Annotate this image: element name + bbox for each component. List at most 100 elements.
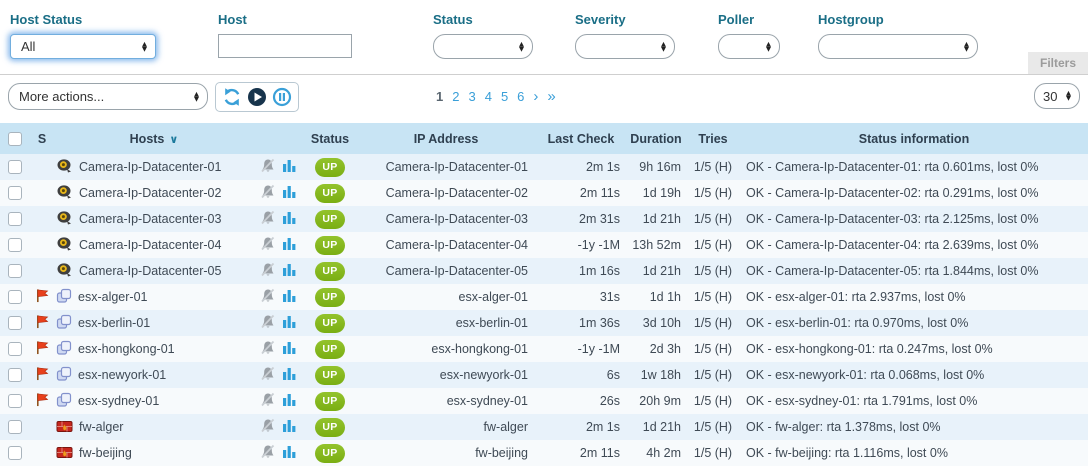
page-link-3[interactable]: 3 (468, 89, 475, 104)
table-header-row: S Hosts∨ Status IP Address Last Check Du… (0, 123, 1088, 154)
severity-flag-icon (35, 370, 50, 384)
col-hosts[interactable]: Hosts∨ (54, 123, 254, 154)
col-severity: S (30, 123, 54, 154)
performance-graph-icon[interactable] (282, 210, 297, 228)
select-all-checkbox[interactable] (8, 132, 22, 146)
status-badge: UP (315, 288, 344, 307)
row-checkbox[interactable] (8, 394, 22, 408)
host-name-link[interactable]: fw-beijing (79, 446, 132, 460)
page-link-1[interactable]: 1 (436, 89, 443, 104)
refresh-icon[interactable] (222, 87, 242, 107)
page-link-4[interactable]: 4 (485, 89, 492, 104)
row-checkbox[interactable] (8, 342, 22, 356)
row-checkbox[interactable] (8, 316, 22, 330)
host-name-link[interactable]: esx-sydney-01 (78, 394, 159, 408)
host-name-link[interactable]: esx-berlin-01 (78, 316, 150, 330)
page-link-5[interactable]: 5 (501, 89, 508, 104)
poller-select[interactable]: ▲▼ (718, 34, 780, 59)
host-name-link[interactable]: Camera-Ip-Datacenter-05 (79, 264, 221, 278)
host-name-link[interactable]: Camera-Ip-Datacenter-03 (79, 212, 221, 226)
row-checkbox[interactable] (8, 186, 22, 200)
ip-address-cell: esx-alger-01 (356, 284, 536, 310)
row-checkbox[interactable] (8, 368, 22, 382)
severity-flag-icon (35, 396, 50, 410)
performance-graph-icon[interactable] (282, 314, 297, 332)
row-checkbox[interactable] (8, 238, 22, 252)
status-badge: UP (315, 158, 344, 177)
tries-cell: 1/5 (H) (686, 388, 740, 414)
camera-host-icon (56, 236, 73, 255)
pause-icon[interactable] (272, 87, 292, 107)
host-label: Host (218, 12, 352, 27)
performance-graph-icon[interactable] (282, 262, 297, 280)
row-checkbox[interactable] (8, 212, 22, 226)
duration-cell: 1d 21h (626, 206, 686, 232)
last-check-cell: 1m 16s (536, 258, 626, 284)
host-name-link[interactable]: fw-alger (79, 420, 123, 434)
page-size-select[interactable]: 30 ▲▼ (1034, 83, 1080, 109)
tries-cell: 1/5 (H) (686, 414, 740, 440)
filter-bar: Host Status All ▲▼ Host Status ▲▼ Severi… (0, 0, 1088, 75)
last-page-link[interactable]: » (547, 88, 555, 105)
duration-cell: 1w 18h (626, 362, 686, 388)
host-name-link[interactable]: esx-newyork-01 (78, 368, 166, 382)
play-icon[interactable] (247, 87, 267, 107)
performance-graph-icon[interactable] (282, 158, 297, 176)
performance-graph-icon[interactable] (282, 236, 297, 254)
row-checkbox[interactable] (8, 290, 22, 304)
camera-host-icon (56, 184, 73, 203)
performance-graph-icon[interactable] (282, 184, 297, 202)
hostgroup-label: Hostgroup (818, 12, 978, 27)
status-information-cell: OK - Camera-Ip-Datacenter-03: rta 2.125m… (740, 206, 1088, 232)
notifications-disabled-icon (260, 340, 276, 359)
page-link-6[interactable]: 6 (517, 89, 524, 104)
next-page-link[interactable]: › (533, 88, 538, 105)
status-information-cell: OK - esx-sydney-01: rta 1.791ms, lost 0% (740, 388, 1088, 414)
updown-arrows-icon: ▲▼ (142, 42, 147, 52)
updown-arrows-icon: ▲▼ (661, 42, 666, 52)
performance-graph-icon[interactable] (282, 418, 297, 436)
status-badge: UP (315, 392, 344, 411)
row-checkbox[interactable] (8, 420, 22, 434)
host-name-link[interactable]: esx-hongkong-01 (78, 342, 175, 356)
updown-arrows-icon: ▲▼ (766, 42, 771, 52)
notifications-disabled-icon (260, 288, 276, 307)
table-row: esx-sydney-01 (0, 388, 1088, 414)
status-badge: UP (315, 210, 344, 229)
page-link-2[interactable]: 2 (452, 89, 459, 104)
performance-graph-icon[interactable] (282, 340, 297, 358)
performance-graph-icon[interactable] (282, 366, 297, 384)
status-badge: UP (315, 340, 344, 359)
notifications-disabled-icon (260, 314, 276, 333)
host-search-input[interactable] (218, 34, 352, 58)
updown-arrows-icon: ▲▼ (964, 42, 969, 52)
performance-graph-icon[interactable] (282, 392, 297, 410)
filters-tab[interactable]: Filters (1028, 52, 1088, 74)
row-checkbox[interactable] (8, 160, 22, 174)
more-actions-select[interactable]: More actions... ▲▼ (8, 83, 208, 110)
notifications-disabled-icon (260, 366, 276, 385)
host-status-select[interactable]: All ▲▼ (10, 34, 156, 59)
duration-cell: 4h 2m (626, 440, 686, 466)
performance-graph-icon[interactable] (282, 444, 297, 462)
status-information-cell: OK - esx-berlin-01: rta 0.970ms, lost 0% (740, 310, 1088, 336)
row-checkbox[interactable] (8, 446, 22, 460)
hostgroup-select[interactable]: ▲▼ (818, 34, 978, 59)
performance-graph-icon[interactable] (282, 288, 297, 306)
ip-address-cell: Camera-Ip-Datacenter-02 (356, 180, 536, 206)
row-checkbox[interactable] (8, 264, 22, 278)
host-name-link[interactable]: esx-alger-01 (78, 290, 147, 304)
host-name-link[interactable]: Camera-Ip-Datacenter-01 (79, 160, 221, 174)
status-badge: UP (315, 366, 344, 385)
host-name-link[interactable]: Camera-Ip-Datacenter-04 (79, 238, 221, 252)
duration-cell: 20h 9m (626, 388, 686, 414)
notifications-disabled-icon (260, 392, 276, 411)
severity-select[interactable]: ▲▼ (575, 34, 675, 59)
status-select[interactable]: ▲▼ (433, 34, 533, 59)
tries-cell: 1/5 (H) (686, 310, 740, 336)
filter-poller: Poller ▲▼ (718, 12, 780, 59)
host-name-link[interactable]: Camera-Ip-Datacenter-02 (79, 186, 221, 200)
camera-host-icon (56, 210, 73, 229)
sort-chevron-down-icon: ∨ (169, 134, 178, 146)
table-row: esx-newyork-01 (0, 362, 1088, 388)
